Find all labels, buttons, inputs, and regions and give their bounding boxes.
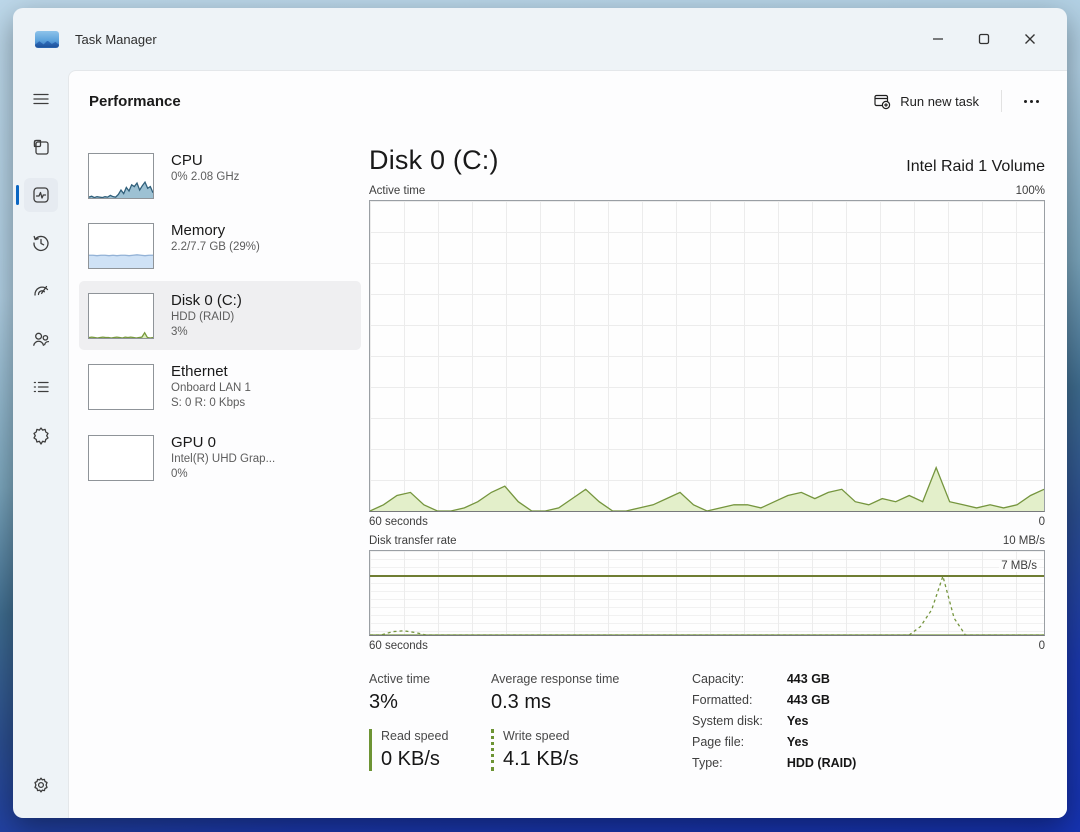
- prop-value: 443 GB: [787, 672, 856, 686]
- prop-value: Yes: [787, 735, 856, 749]
- active-time-xleft-label: 60 seconds: [369, 516, 428, 528]
- read-speed-block: Read speed 0 KB/s: [369, 729, 465, 771]
- device-subtext: 0%: [171, 467, 275, 482]
- active-time-ymax-label: 100%: [1016, 185, 1045, 197]
- details-icon: [31, 377, 51, 397]
- disk-stats: Active time 3% Read speed 0 KB/s Average…: [369, 672, 1045, 771]
- settings-gear-icon: [31, 775, 51, 795]
- detail-subtitle: Intel Raid 1 Volume: [906, 158, 1045, 176]
- device-item-memory[interactable]: Memory 2.2/7.7 GB (29%): [79, 211, 361, 279]
- task-manager-window: Task Manager: [13, 8, 1067, 818]
- sidebar-item-menu[interactable]: [24, 82, 58, 116]
- cpu-mini-chart: [88, 153, 154, 199]
- sidebar-item-app-history[interactable]: [24, 226, 58, 260]
- prop-label: Page file:: [692, 735, 763, 749]
- device-title: Disk 0 (C:): [171, 291, 242, 310]
- prop-label: Formatted:: [692, 693, 763, 707]
- memory-mini-chart: [88, 223, 154, 269]
- ethernet-mini-chart: [88, 364, 154, 410]
- active-time-chart: [369, 200, 1045, 512]
- performance-icon: [31, 185, 51, 205]
- device-title: GPU 0: [171, 433, 275, 452]
- device-item-disk0[interactable]: Disk 0 (C:) HDD (RAID) 3%: [79, 281, 361, 350]
- users-icon: [31, 329, 51, 349]
- transfer-rate-xright-label: 0: [1039, 640, 1045, 652]
- history-icon: [31, 233, 51, 253]
- sidebar-item-users[interactable]: [24, 322, 58, 356]
- prop-value: HDD (RAID): [787, 756, 856, 770]
- minimize-icon: [932, 33, 944, 45]
- processes-icon: [31, 137, 51, 157]
- hamburger-icon: [31, 89, 51, 109]
- avg-response-stat-value: 0.3 ms: [491, 691, 656, 714]
- maximize-button[interactable]: [961, 19, 1007, 59]
- sidebar-item-startup-apps[interactable]: [24, 274, 58, 308]
- ellipsis-icon: [1024, 100, 1027, 103]
- services-icon: [31, 425, 51, 445]
- transfer-rate-chart-label: Disk transfer rate: [369, 535, 457, 547]
- sidebar-item-details[interactable]: [24, 370, 58, 404]
- device-subtext: HDD (RAID): [171, 310, 242, 325]
- disk-mini-chart: [88, 293, 154, 339]
- write-speed-label: Write speed: [503, 729, 656, 743]
- navigation-rail: [13, 70, 68, 818]
- prop-label: System disk:: [692, 714, 763, 728]
- maximize-icon: [978, 33, 990, 45]
- device-subtext: 3%: [171, 325, 242, 340]
- prop-value: 443 GB: [787, 693, 856, 707]
- device-subtext: 2.2/7.7 GB (29%): [171, 240, 260, 255]
- selected-accent-pill: [16, 185, 19, 205]
- prop-label: Type:: [692, 756, 763, 770]
- device-title: Memory: [171, 221, 260, 240]
- performance-device-list: CPU 0% 2.08 GHz Memory 2.2/7.7 GB (29%): [69, 131, 361, 818]
- disk-properties: Capacity: 443 GB Formatted: 443 GB Syste…: [692, 672, 856, 771]
- task-manager-app-icon: [35, 31, 59, 48]
- write-speed-value: 4.1 KB/s: [503, 748, 656, 771]
- minimize-button[interactable]: [915, 19, 961, 59]
- device-title: CPU: [171, 151, 239, 170]
- header-separator: [1001, 90, 1002, 112]
- titlebar: Task Manager: [13, 8, 1067, 70]
- write-speed-block: Write speed 4.1 KB/s: [491, 729, 656, 771]
- run-new-task-button[interactable]: Run new task: [861, 84, 991, 118]
- active-time-stat-label: Active time: [369, 672, 465, 686]
- content-header: Performance Run new task: [69, 71, 1067, 131]
- prop-label: Capacity:: [692, 672, 763, 686]
- detail-title: Disk 0 (C:): [369, 145, 499, 176]
- close-icon: [1024, 33, 1036, 45]
- run-new-task-label: Run new task: [900, 94, 979, 109]
- gauge-icon: [31, 281, 51, 301]
- device-title: Ethernet: [171, 362, 251, 381]
- transfer-rate-chart: 7 MB/s: [369, 550, 1045, 636]
- active-time-xright-label: 0: [1039, 516, 1045, 528]
- active-time-stat-value: 3%: [369, 691, 465, 714]
- device-subtext: Intel(R) UHD Grap...: [171, 452, 275, 467]
- device-item-gpu0[interactable]: GPU 0 Intel(R) UHD Grap... 0%: [79, 423, 361, 492]
- device-item-cpu[interactable]: CPU 0% 2.08 GHz: [79, 141, 361, 209]
- device-item-ethernet[interactable]: Ethernet Onboard LAN 1 S: 0 R: 0 Kbps: [79, 352, 361, 421]
- gpu-mini-chart: [88, 435, 154, 481]
- transfer-rate-ymax-label: 10 MB/s: [1003, 535, 1045, 547]
- sidebar-item-processes[interactable]: [24, 130, 58, 164]
- page-title: Performance: [89, 93, 181, 110]
- device-subtext: 0% 2.08 GHz: [171, 170, 239, 185]
- read-speed-value: 0 KB/s: [381, 748, 465, 771]
- active-time-chart-label: Active time: [369, 185, 425, 197]
- window-controls: [915, 8, 1053, 70]
- sidebar-item-settings[interactable]: [24, 768, 58, 802]
- app-title: Task Manager: [75, 32, 157, 47]
- disk-detail-panel: Disk 0 (C:) Intel Raid 1 Volume Active t…: [361, 131, 1067, 818]
- device-subtext: S: 0 R: 0 Kbps: [171, 396, 251, 411]
- content-card: Performance Run new task: [68, 70, 1067, 818]
- run-new-task-icon: [873, 92, 891, 110]
- more-options-button[interactable]: [1012, 90, 1051, 113]
- close-button[interactable]: [1007, 19, 1053, 59]
- sidebar-item-services[interactable]: [24, 418, 58, 452]
- read-speed-label: Read speed: [381, 729, 465, 743]
- sidebar-item-performance[interactable]: [24, 178, 58, 212]
- transfer-rate-xleft-label: 60 seconds: [369, 640, 428, 652]
- prop-value: Yes: [787, 714, 856, 728]
- avg-response-stat-label: Average response time: [491, 672, 656, 686]
- device-subtext: Onboard LAN 1: [171, 381, 251, 396]
